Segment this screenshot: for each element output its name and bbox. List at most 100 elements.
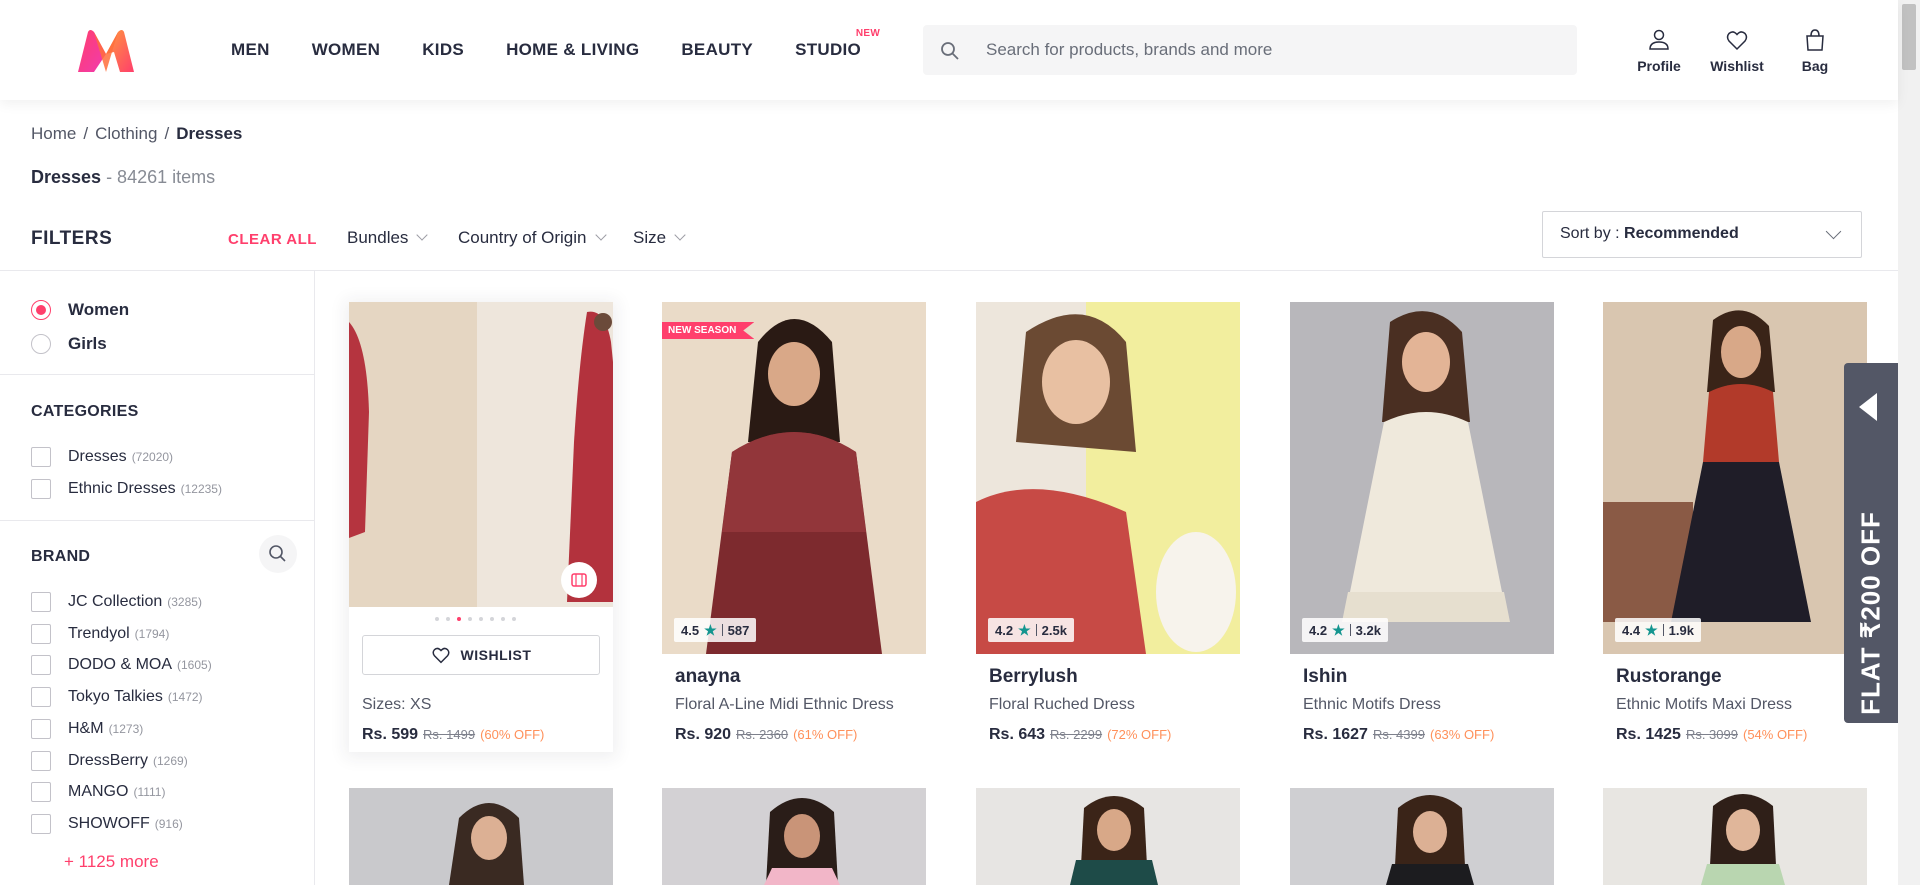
view-similar-button[interactable] <box>561 562 597 598</box>
new-season-badge: NEW SEASON <box>662 322 755 339</box>
product-card[interactable] <box>662 788 926 885</box>
price-mrp: Rs. 4399 <box>1372 727 1425 742</box>
radio-selected[interactable] <box>31 300 51 320</box>
filter-bundles[interactable]: Bundles <box>347 228 429 248</box>
brand-search-button[interactable] <box>259 535 297 573</box>
breadcrumb-separator: / <box>83 124 89 143</box>
category-ethnic-dresses[interactable]: Ethnic Dresses (12235) <box>31 479 222 499</box>
nav-beauty[interactable]: BEAUTY <box>660 40 774 60</box>
carousel-dot[interactable] <box>468 617 472 621</box>
product-card-hovered[interactable]: WISHLIST Sizes: XS Rs. 599 Rs. 1499 (60% O… <box>349 302 613 752</box>
breadcrumb-home[interactable]: Home <box>31 124 76 143</box>
brand-option[interactable]: SHOWOFF (916) <box>31 814 183 834</box>
checkbox[interactable] <box>31 687 51 707</box>
checkbox[interactable] <box>31 479 51 499</box>
rating-count: 587 <box>727 622 750 638</box>
carousel-dot[interactable] <box>446 617 450 621</box>
divider <box>0 374 314 375</box>
divider <box>0 270 1898 271</box>
rating-count: 2.5k <box>1041 622 1067 638</box>
bag-button[interactable]: Bag <box>1776 28 1854 74</box>
price-current: Rs. 920 <box>675 726 732 743</box>
bag-label: Bag <box>1801 58 1829 74</box>
clear-all-button[interactable]: CLEAR ALL <box>228 231 317 248</box>
brand-option[interactable]: DODO & MOA (1605) <box>31 655 212 675</box>
wishlist-button[interactable]: WISHLIST <box>362 635 600 675</box>
carousel-dot-active[interactable] <box>457 617 461 621</box>
brand-label: JC Collection <box>68 593 163 610</box>
scrollbar-thumb[interactable] <box>1902 4 1916 70</box>
nav-women[interactable]: WOMEN <box>291 40 402 60</box>
scrollbar[interactable] <box>1898 0 1920 885</box>
carousel-dot[interactable] <box>501 617 505 621</box>
gender-label: Girls <box>68 334 107 353</box>
wishlist-button[interactable]: Wishlist <box>1698 28 1776 74</box>
sort-label: Sort by : <box>1560 225 1625 242</box>
rating-count: 1.9k <box>1668 622 1694 638</box>
brand-option[interactable]: DressBerry (1269) <box>31 751 188 771</box>
product-card[interactable]: 4.2 ★ 3.2k Ishin Ethnic Motifs Dress Rs. 1… <box>1290 302 1554 752</box>
checkbox[interactable] <box>31 592 51 612</box>
product-image[interactable]: 4.4 ★ 1.9k <box>1603 302 1867 654</box>
product-card[interactable]: 4.2 ★ 2.5k Berrylush Floral Ruched Dress R… <box>976 302 1240 752</box>
available-sizes: Sizes: XS <box>362 696 432 713</box>
brand-option[interactable]: Trendyol (1794) <box>31 624 169 644</box>
product-card[interactable]: NEW SEASON 4.5 ★ 587 anayna Floral A-Line … <box>662 302 926 752</box>
nav-kids[interactable]: KIDS <box>401 40 485 60</box>
product-card[interactable] <box>1603 788 1867 885</box>
brand-option[interactable]: H&M (1273) <box>31 719 143 739</box>
nav-studio[interactable]: STUDIO NEW <box>774 28 882 60</box>
product-card[interactable] <box>349 788 613 885</box>
filter-size[interactable]: Size <box>633 228 686 248</box>
radio[interactable] <box>31 334 51 354</box>
star-icon: ★ <box>704 621 717 638</box>
nav-men[interactable]: MEN <box>210 40 291 60</box>
checkbox[interactable] <box>31 447 51 467</box>
product-price: Rs. 643 Rs. 2299 (72% OFF) <box>989 726 1171 744</box>
checkbox[interactable] <box>31 624 51 644</box>
product-card[interactable] <box>976 788 1240 885</box>
carousel-dot[interactable] <box>490 617 494 621</box>
checkbox[interactable] <box>31 814 51 834</box>
product-price: Rs. 1425 Rs. 3099 (54% OFF) <box>1616 726 1807 744</box>
carousel-dot[interactable] <box>435 617 439 621</box>
carousel-dot[interactable] <box>512 617 516 621</box>
product-card[interactable]: 4.4 ★ 1.9k Rustorange Ethnic Motifs Maxi D… <box>1603 302 1867 752</box>
myntra-logo[interactable] <box>74 26 138 76</box>
search-bar[interactable] <box>923 25 1577 75</box>
rating-value: 4.4 <box>1622 622 1641 638</box>
product-image[interactable]: NEW SEASON 4.5 ★ 587 <box>662 302 926 654</box>
filter-country-of-origin[interactable]: Country of Origin <box>458 228 607 248</box>
search-input[interactable] <box>986 26 1566 74</box>
divider <box>721 624 723 636</box>
brand-option[interactable]: Tokyo Talkies (1472) <box>31 687 203 707</box>
breadcrumb-clothing[interactable]: Clothing <box>95 124 157 143</box>
checkbox[interactable] <box>31 719 51 739</box>
offer-text: FLAT ₹200 OFF <box>1855 511 1886 715</box>
checkbox[interactable] <box>31 782 51 802</box>
image-carousel-dots[interactable] <box>435 617 523 621</box>
product-card[interactable] <box>1290 788 1554 885</box>
product-name: Ethnic Motifs Dress <box>1303 696 1441 713</box>
nav-home-living[interactable]: HOME & LIVING <box>485 40 660 60</box>
brand-option[interactable]: MANGO (1111) <box>31 782 165 802</box>
rating-value: 4.2 <box>995 622 1014 638</box>
rating-badge: 4.2 ★ 3.2k <box>1302 618 1388 642</box>
gender-option-girls[interactable]: Girls <box>31 334 107 354</box>
more-brands-link[interactable]: + 1125 more <box>64 852 159 872</box>
profile-button[interactable]: Profile <box>1620 28 1698 74</box>
checkbox[interactable] <box>31 655 51 675</box>
gender-option-women[interactable]: Women <box>31 300 129 320</box>
carousel-dot[interactable] <box>479 617 483 621</box>
brand-title: BRAND <box>31 548 91 565</box>
brand-option[interactable]: JC Collection (3285) <box>31 592 202 612</box>
product-image[interactable]: 4.2 ★ 3.2k <box>1290 302 1554 654</box>
wishlist-label: WISHLIST <box>460 647 532 663</box>
checkbox[interactable] <box>31 751 51 771</box>
category-dresses[interactable]: Dresses (72020) <box>31 447 173 467</box>
nav-studio-label[interactable]: STUDIO <box>795 40 861 59</box>
sort-dropdown[interactable]: Sort by : Recommended <box>1542 211 1862 258</box>
flat-offer-tab[interactable]: FLAT ₹200 OFF <box>1844 363 1898 723</box>
product-image[interactable]: 4.2 ★ 2.5k <box>976 302 1240 654</box>
product-image[interactable] <box>349 302 613 607</box>
